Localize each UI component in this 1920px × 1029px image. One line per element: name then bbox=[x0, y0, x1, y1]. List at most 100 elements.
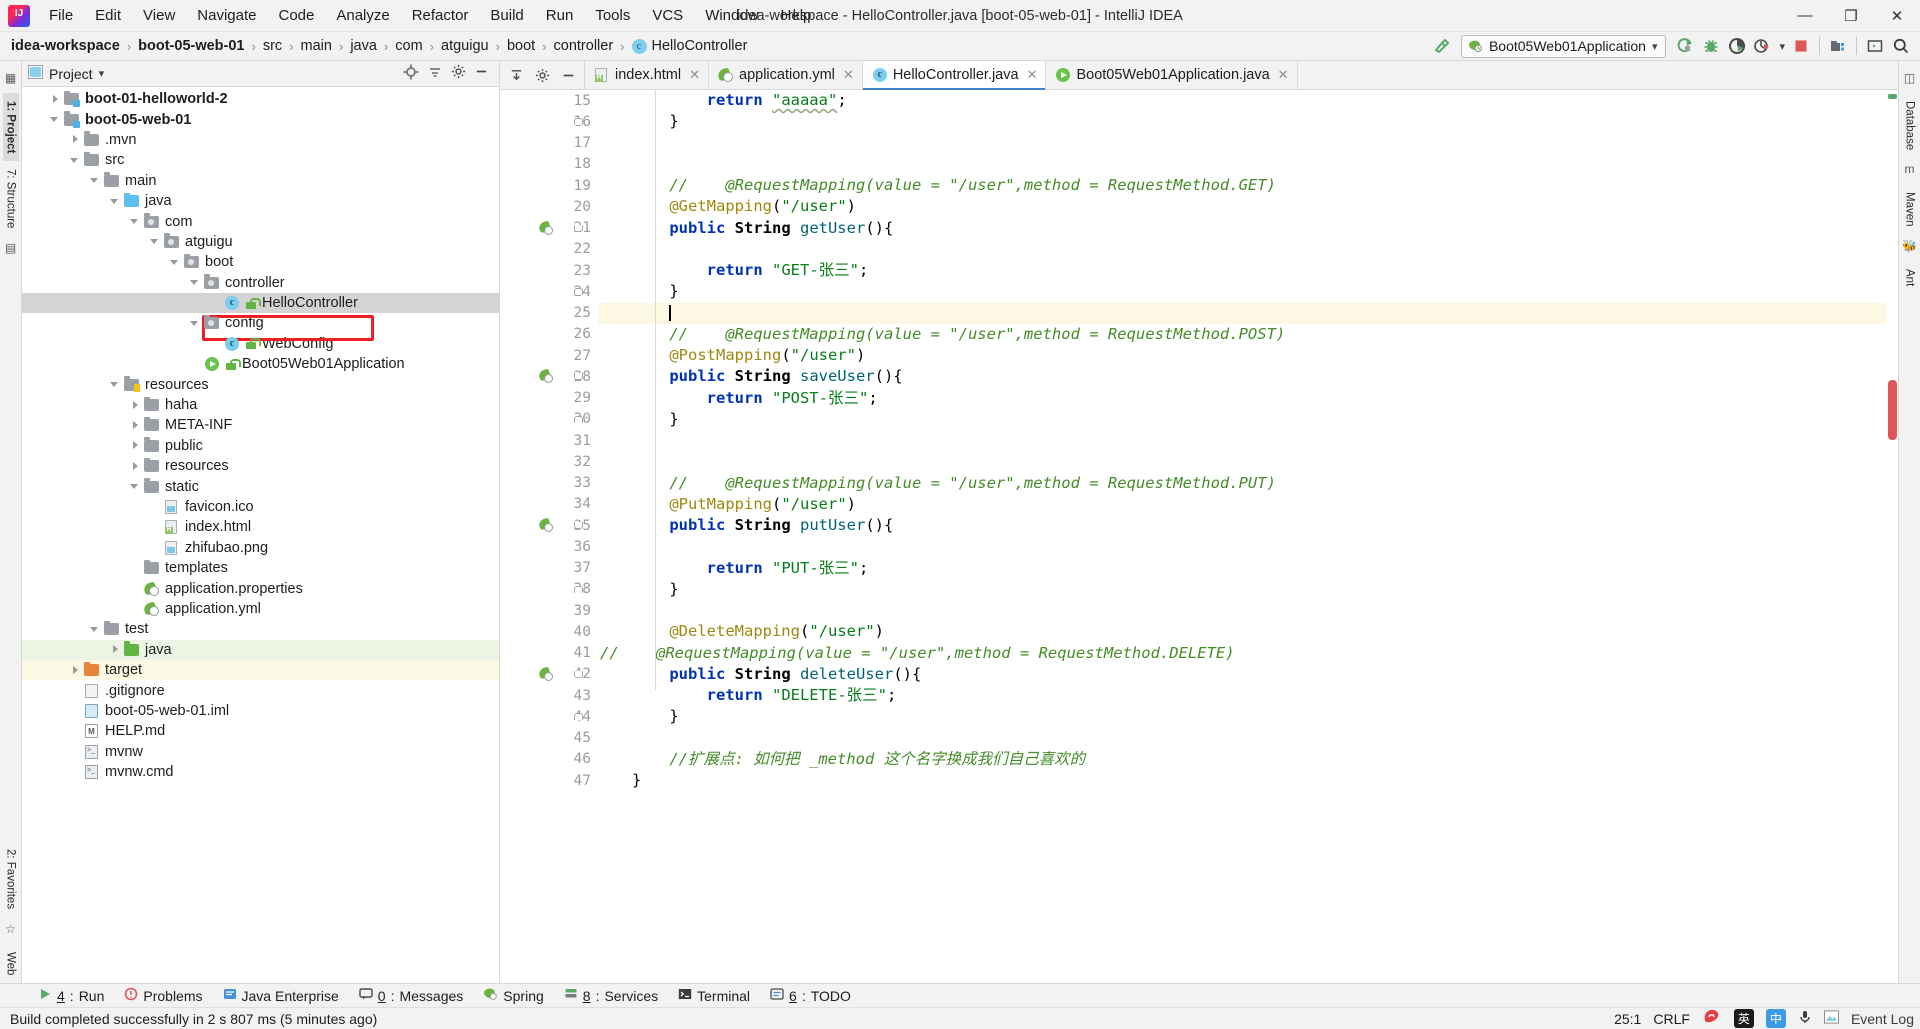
menu-item-file[interactable]: File bbox=[38, 3, 84, 28]
tree-item[interactable]: main bbox=[22, 171, 499, 191]
tree-expand-arrow-icon[interactable] bbox=[110, 379, 121, 390]
menu-item-tools[interactable]: Tools bbox=[584, 3, 641, 28]
tree-item[interactable]: application.yml bbox=[22, 599, 499, 619]
tree-item-selected[interactable]: c HelloController bbox=[22, 292, 499, 314]
tree-item[interactable]: config bbox=[22, 313, 499, 333]
gutter-line[interactable]: 31 bbox=[500, 430, 598, 451]
tree-item[interactable]: .mvn bbox=[22, 130, 499, 150]
image-icon[interactable] bbox=[1823, 1010, 1839, 1027]
sidebar-item-maven[interactable]: Maven bbox=[1902, 184, 1918, 235]
code-line[interactable] bbox=[598, 133, 1898, 154]
tree-expand-arrow-icon[interactable] bbox=[170, 257, 181, 268]
menu-item-view[interactable]: View bbox=[132, 3, 186, 28]
gutter-line[interactable]: 44 bbox=[500, 706, 598, 727]
tool-window-bar[interactable]: 4: Run Problems Java Enterprise 0: Messages Sp… bbox=[0, 983, 1920, 1007]
fold-end-icon[interactable] bbox=[573, 286, 584, 297]
editor-gutter[interactable]: 15 16 17 18 19 20 21 22 23 24 25 26 27 28 29 30 31 32 33 34… bbox=[500, 90, 598, 983]
tool-window-terminal[interactable]: Terminal bbox=[668, 985, 760, 1006]
breadcrumb-item-src[interactable]: src bbox=[260, 37, 285, 55]
breadcrumb-item-atguigu[interactable]: atguigu bbox=[438, 37, 492, 55]
caret-position[interactable]: 25:1 bbox=[1614, 1011, 1641, 1027]
breadcrumb-item-boot-05-web-01[interactable]: boot-05-web-01 bbox=[135, 37, 247, 55]
tree-expand-arrow-icon[interactable] bbox=[130, 400, 141, 411]
gutter-line[interactable]: 29 bbox=[500, 388, 598, 409]
gutter-line[interactable]: 42 bbox=[500, 664, 598, 685]
main-menu[interactable]: File Edit View Navigate Code Analyze Refactor B… bbox=[38, 3, 822, 28]
spring-gutter-icon[interactable] bbox=[539, 667, 554, 682]
tree-item[interactable]: boot bbox=[22, 252, 499, 272]
ime-language-badge[interactable]: 英 bbox=[1733, 1009, 1754, 1028]
hide-icon[interactable] bbox=[556, 63, 580, 87]
tree-item[interactable]: templates bbox=[22, 558, 499, 578]
tree-expand-arrow-icon[interactable] bbox=[70, 665, 81, 676]
sidebar-item-favorites[interactable]: 2: Favorites bbox=[3, 841, 19, 917]
fold-start-icon[interactable] bbox=[573, 669, 584, 680]
gutter-line[interactable]: 16 bbox=[500, 111, 598, 132]
tree-item[interactable]: mvnw.cmd bbox=[22, 762, 499, 782]
breadcrumb-item-boot[interactable]: boot bbox=[504, 37, 538, 55]
tree-expand-arrow-icon[interactable] bbox=[50, 114, 61, 125]
gutter-line[interactable]: 24 bbox=[500, 281, 598, 302]
tree-expand-arrow-icon[interactable] bbox=[50, 94, 61, 105]
gutter-line[interactable]: 37 bbox=[500, 558, 598, 579]
tree-expand-arrow-icon[interactable] bbox=[70, 134, 81, 145]
search-everywhere-icon[interactable] bbox=[1888, 34, 1914, 58]
tree-expand-arrow-icon[interactable] bbox=[190, 318, 201, 329]
run-icon[interactable] bbox=[1672, 34, 1698, 58]
code-line[interactable]: @PutMapping("/user") bbox=[598, 494, 1898, 515]
code-line[interactable]: // @RequestMapping(value = "/user",metho… bbox=[598, 175, 1898, 196]
run-configuration-selector[interactable]: Boot05Web01Application ▾ bbox=[1460, 34, 1667, 58]
tree-item[interactable]: controller bbox=[22, 273, 499, 293]
gutter-line[interactable]: 45 bbox=[500, 728, 598, 749]
breadcrumb-item-main[interactable]: main bbox=[298, 37, 335, 55]
terminal-icon[interactable] bbox=[1862, 34, 1888, 58]
breadcrumb-item-hellocontroller[interactable]: c HelloController bbox=[629, 37, 751, 55]
code-line[interactable]: public String saveUser(){ bbox=[598, 366, 1898, 387]
close-icon[interactable]: ✕ bbox=[1278, 67, 1289, 83]
code-line[interactable]: @DeleteMapping("/user") bbox=[598, 621, 1898, 642]
sidebar-item-project[interactable]: 1: Project bbox=[2, 93, 19, 162]
minimize-button[interactable]: — bbox=[1782, 0, 1828, 32]
ime-mode-badge[interactable]: 中 bbox=[1765, 1009, 1786, 1028]
code-line[interactable] bbox=[598, 239, 1898, 260]
chevron-down-icon[interactable]: ▾ bbox=[99, 67, 105, 80]
code-line[interactable] bbox=[598, 154, 1898, 175]
editor-tab-hellocontroller-java[interactable]: c HelloController.java ✕ bbox=[862, 61, 1047, 90]
gutter-line[interactable]: 41 bbox=[500, 643, 598, 664]
editor-scrollbar[interactable] bbox=[1886, 90, 1898, 983]
tree-expand-arrow-icon[interactable] bbox=[130, 461, 141, 472]
tree-expand-arrow-icon[interactable] bbox=[130, 216, 141, 227]
breadcrumb-item-controller[interactable]: controller bbox=[551, 37, 617, 55]
gutter-line[interactable]: 23 bbox=[500, 260, 598, 281]
gutter-line[interactable]: 43 bbox=[500, 685, 598, 706]
menu-item-analyze[interactable]: Analyze bbox=[325, 3, 400, 28]
gutter-line[interactable]: 28 bbox=[500, 366, 598, 387]
gutter-line[interactable]: 35 bbox=[500, 515, 598, 536]
code-text-area[interactable]: return "aaaaa"; } // @RequestMapping(val… bbox=[598, 90, 1898, 983]
code-line[interactable] bbox=[598, 728, 1898, 749]
fold-end-icon[interactable] bbox=[573, 711, 584, 722]
tree-item[interactable]: index.html bbox=[22, 517, 499, 537]
tool-window-messages[interactable]: 0: Messages bbox=[349, 985, 474, 1006]
breadcrumb[interactable]: idea-workspace › boot-05-web-01 › src › main › j… bbox=[8, 37, 750, 55]
gutter-line[interactable]: 26 bbox=[500, 324, 598, 345]
fold-start-icon[interactable] bbox=[573, 520, 584, 531]
project-tree[interactable]: boot-01-helloworld-2 boot-05-web-01 .mvn sr… bbox=[22, 87, 499, 983]
spring-gutter-icon[interactable] bbox=[539, 369, 554, 384]
code-line[interactable]: // @RequestMapping(value = "/user",metho… bbox=[598, 643, 1898, 664]
microphone-icon[interactable] bbox=[1798, 1009, 1812, 1028]
gutter-line[interactable]: 32 bbox=[500, 451, 598, 472]
tree-expand-arrow-icon[interactable] bbox=[70, 155, 81, 166]
tree-expand-arrow-icon[interactable] bbox=[130, 420, 141, 431]
menu-item-build[interactable]: Build bbox=[479, 3, 534, 28]
tree-item[interactable]: boot-05-web-01.iml bbox=[22, 701, 499, 721]
tree-item[interactable]: c WebConfig bbox=[22, 334, 499, 354]
code-line[interactable]: public String deleteUser(){ bbox=[598, 664, 1898, 685]
tree-item[interactable]: resources bbox=[22, 374, 499, 394]
code-line[interactable] bbox=[598, 302, 1898, 324]
collapse-all-icon[interactable] bbox=[427, 64, 443, 84]
tool-window-todo[interactable]: 6: TODO bbox=[760, 985, 861, 1006]
code-line[interactable] bbox=[598, 536, 1898, 557]
editor-tab-boot05web01application-java[interactable]: Boot05Web01Application.java ✕ bbox=[1046, 61, 1298, 89]
code-line[interactable]: @GetMapping("/user") bbox=[598, 196, 1898, 217]
